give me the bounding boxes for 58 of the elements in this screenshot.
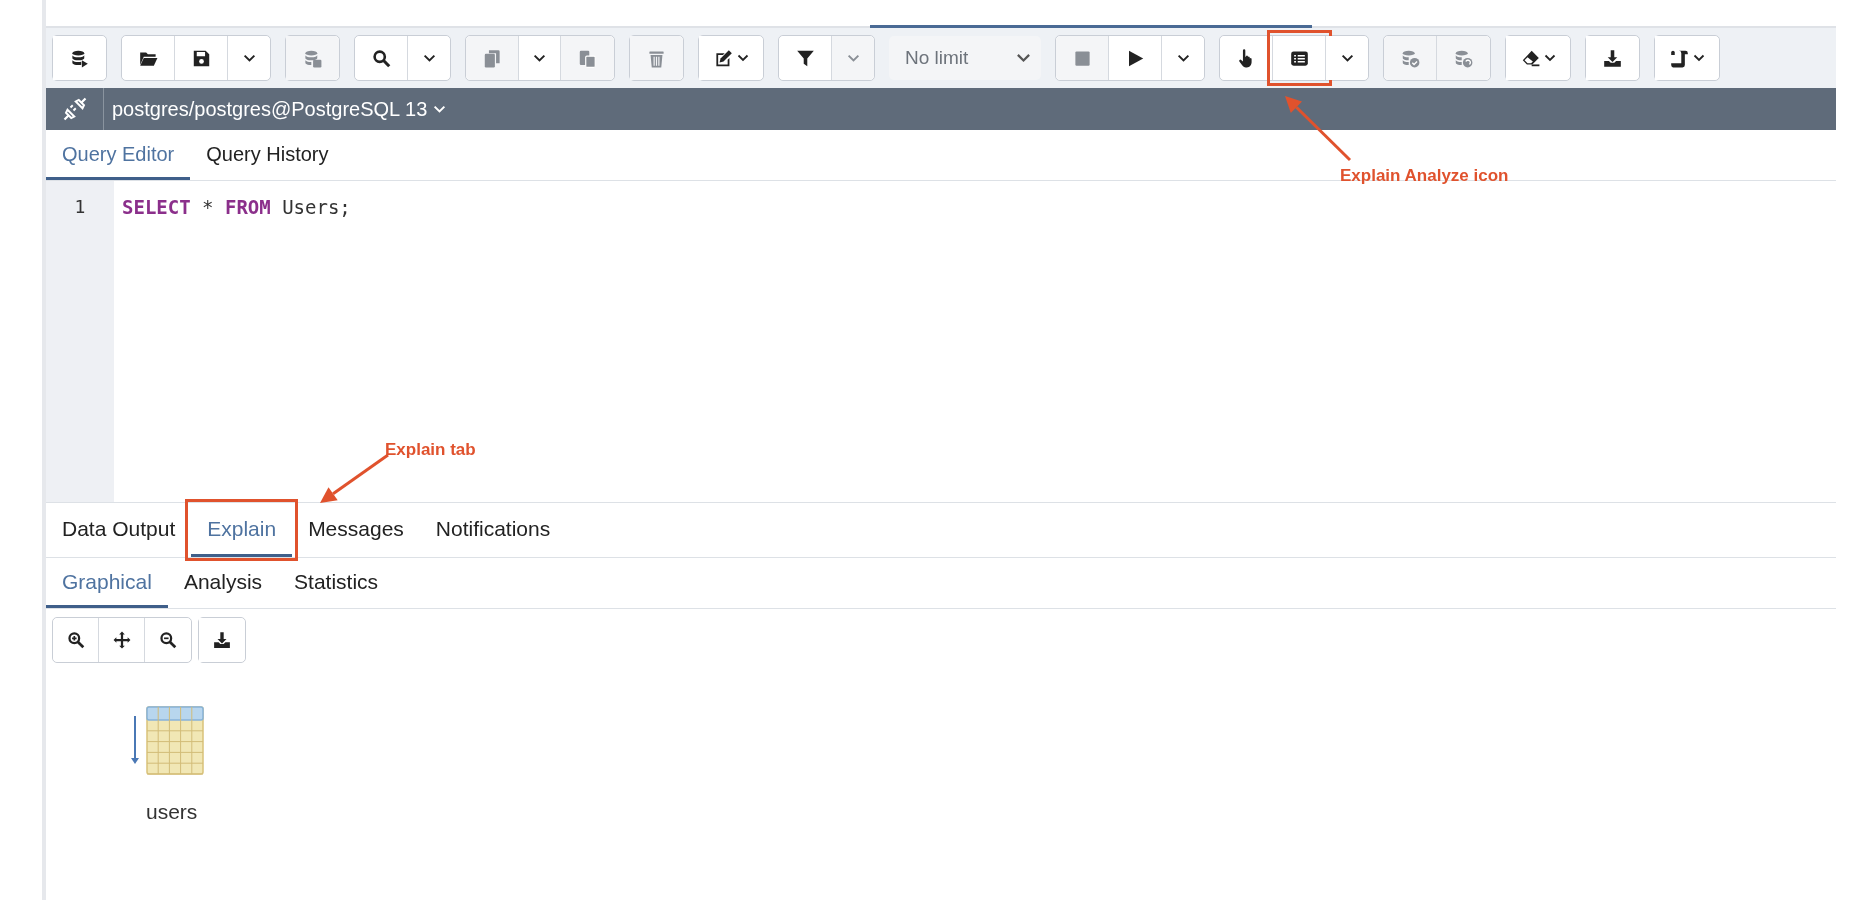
tab[interactable]: Explain [191, 503, 293, 557]
caret-icon [1176, 53, 1190, 63]
explain-button[interactable] [1220, 36, 1273, 80]
annotation-label: Explain tab [385, 439, 476, 461]
search-button[interactable] [355, 36, 408, 80]
plug-icon [62, 97, 87, 121]
tab[interactable]: Statistics [278, 558, 395, 608]
arrow [1285, 96, 1352, 162]
download-icon [1603, 48, 1622, 68]
caret-icon [1016, 53, 1031, 63]
move-icon [112, 631, 131, 649]
table-scan-icon [131, 706, 206, 776]
zoom-in-button[interactable] [53, 618, 99, 662]
execute-script-button[interactable] [53, 36, 106, 80]
caret-icon [1340, 53, 1354, 63]
database-icon [70, 48, 89, 68]
row-limit-dropdown[interactable]: No limit [889, 36, 1041, 80]
funnel-icon [795, 48, 815, 68]
tab[interactable]: Analysis [167, 558, 279, 608]
tab[interactable]: Notifications [419, 503, 567, 557]
download-button[interactable] [199, 618, 245, 662]
search-icon [371, 48, 391, 68]
tab[interactable]: Messages [292, 503, 420, 557]
pencil-square-icon [713, 48, 733, 68]
copy-icon [482, 48, 502, 68]
tab[interactable]: Data Output [46, 503, 192, 557]
edit-button[interactable] [699, 36, 763, 80]
code-line: SELECT * FROM Users; [122, 195, 351, 220]
node-label: users [146, 799, 198, 825]
download-button[interactable] [1586, 36, 1639, 80]
line-number: 1 [73, 195, 87, 219]
caret-icon [846, 53, 860, 63]
list-icon [1289, 48, 1309, 68]
caret-icon [1692, 54, 1705, 62]
eraser-icon [1520, 48, 1540, 68]
database-check-icon [1400, 48, 1420, 68]
stop-icon [1072, 48, 1092, 68]
filter-button[interactable] [779, 36, 832, 80]
caret-icon [736, 54, 749, 62]
open-file-button[interactable] [122, 36, 175, 80]
caret-icon [433, 104, 447, 114]
zoom-in-icon [66, 631, 85, 649]
download-icon [213, 631, 231, 649]
annotation-label: Explain Analyze icon [1340, 165, 1509, 187]
connection-label[interactable]: postgres/postgres@PostgreSQL 13 [112, 94, 428, 124]
caret-icon [422, 53, 436, 63]
caret-icon [533, 53, 546, 63]
tab[interactable]: Graphical [46, 558, 168, 608]
database-undo-icon [1454, 48, 1473, 68]
clipboard-icon [578, 48, 597, 68]
macros-button[interactable] [1655, 36, 1719, 80]
tab[interactable]: Query History [190, 130, 345, 180]
clear-button[interactable] [1506, 36, 1570, 80]
caret-icon [242, 53, 256, 63]
caret-icon [1543, 54, 1556, 62]
zoom-out-icon [159, 631, 177, 649]
database-icon [303, 48, 322, 68]
trash-icon [647, 48, 666, 68]
